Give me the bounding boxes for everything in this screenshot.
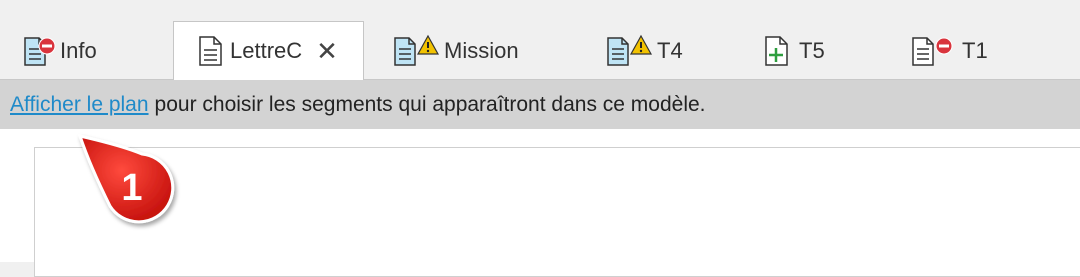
tab-label: T4 bbox=[657, 38, 683, 63]
tab-label: Info bbox=[60, 38, 97, 63]
info-bar: Afficher le plan pour choisir les segmen… bbox=[0, 80, 1080, 129]
document-error-icon bbox=[910, 34, 958, 68]
document-icon bbox=[196, 34, 226, 68]
document-warning-icon bbox=[605, 34, 653, 68]
document-frame[interactable] bbox=[34, 147, 1080, 277]
tab-lettrec[interactable]: LettreC ✕ bbox=[173, 21, 364, 80]
tab-info[interactable]: Info bbox=[22, 22, 97, 80]
document-add-icon bbox=[763, 34, 795, 68]
tab-label: LettreC bbox=[230, 38, 303, 63]
show-plan-link[interactable]: Afficher le plan bbox=[10, 93, 149, 117]
info-bar-text: pour choisir les segments qui apparaîtro… bbox=[154, 92, 706, 116]
tab-t5[interactable]: T5 bbox=[763, 22, 825, 80]
tab-label: T5 bbox=[799, 38, 825, 63]
document-warning-icon bbox=[392, 34, 440, 68]
tab-mission[interactable]: Mission bbox=[392, 22, 519, 80]
close-icon[interactable]: ✕ bbox=[316, 38, 338, 64]
callout-number: 1 bbox=[121, 167, 142, 209]
tab-t1[interactable]: T1 bbox=[910, 22, 988, 80]
callout-badge: 1 bbox=[76, 132, 186, 232]
tab-label: Mission bbox=[444, 38, 519, 63]
tab-t4[interactable]: T4 bbox=[605, 22, 683, 80]
tab-bar: Info LettreC ✕ Mission T4 T5 T1 bbox=[0, 0, 1080, 80]
document-error-icon bbox=[22, 34, 56, 68]
tab-label: T1 bbox=[962, 38, 988, 63]
